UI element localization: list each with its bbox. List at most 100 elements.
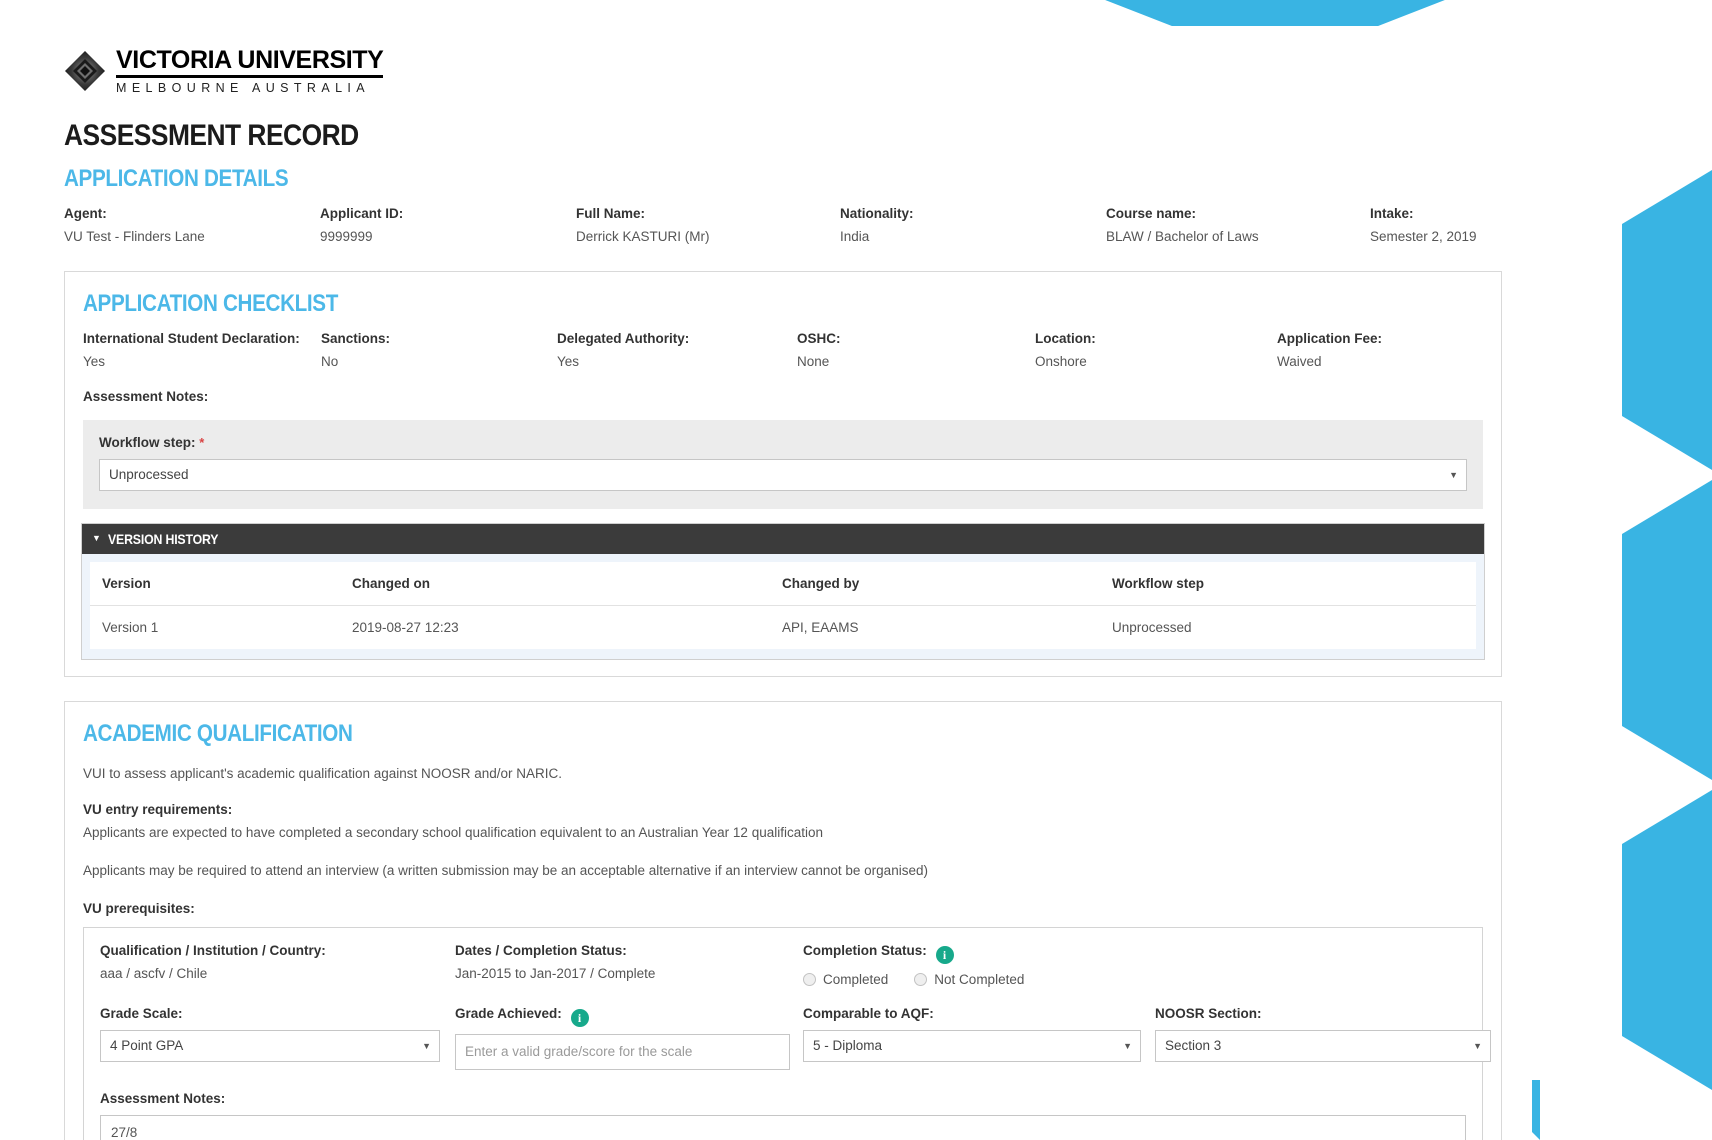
diamond-logo-icon: [64, 50, 106, 92]
radio-option-not-completed[interactable]: Not Completed: [914, 972, 1024, 987]
field-comparable-to-aqf: Comparable to AQF: 5 - Diploma ▼: [803, 1005, 1155, 1070]
field-label: Full Name:: [576, 205, 646, 221]
entry-requirement-2: Applicants may be required to attend an …: [83, 862, 928, 878]
field-label: Course name:: [1106, 205, 1197, 221]
field-value: Onshore: [1035, 353, 1087, 369]
noosr-section-select[interactable]: Section 3 ▼: [1155, 1029, 1491, 1062]
logo-tagline: MELBOURNE AUSTRALIA: [116, 81, 371, 95]
field-value: BLAW / Bachelor of Laws: [1106, 228, 1259, 244]
version-history-section: ▼ VERSION HISTORY Version Changed on Cha…: [81, 522, 1485, 660]
field-value: Derrick KASTURI (Mr): [576, 228, 710, 244]
application-checklist-panel: APPLICATION CHECKLIST International Stud…: [64, 270, 1502, 677]
column-header-changed-by: Changed by: [770, 561, 1100, 606]
field-agent: Agent: VU Test - Flinders Lane: [64, 205, 320, 247]
info-icon[interactable]: i: [935, 945, 954, 964]
cell-changed-on: 2019-08-27 12:23: [340, 605, 770, 649]
field-value: Yes: [557, 353, 580, 369]
field-label: NOOSR Section:: [1155, 1005, 1262, 1021]
field-grade-achieved: Grade Achieved: i Enter a valid grade/sc…: [455, 1005, 803, 1070]
field-value: India: [840, 228, 870, 244]
field-noosr-section: NOOSR Section: Section 3 ▼: [1155, 1005, 1495, 1070]
field-applicant-id: Applicant ID: 9999999: [320, 205, 576, 247]
vu-logo: VICTORIA UNIVERSITY MELBOURNE AUSTRALIA: [34, 26, 1532, 95]
decorative-chevron-right-1: [1622, 170, 1712, 470]
field-label: Grade Scale:: [100, 1005, 183, 1021]
academic-qualification-intro: VUI to assess applicant's academic quali…: [83, 765, 563, 781]
radio-button[interactable]: [914, 972, 928, 986]
workflow-step-box: Workflow step: * Unprocessed ▼: [83, 419, 1483, 509]
field-dates-completion-status: Dates / Completion Status: Jan-2015 to J…: [455, 942, 803, 987]
info-icon[interactable]: i: [570, 1008, 589, 1027]
qualification-assessment-notes-label: Assessment Notes:: [100, 1090, 226, 1106]
field-international-student-declaration: International Student Declaration: Yes: [83, 330, 321, 372]
field-value: Yes: [83, 353, 106, 369]
field-value: No: [321, 353, 339, 369]
chevron-down-icon: ▼: [1473, 1040, 1482, 1051]
version-history-table: Version Changed on Changed by Workflow s…: [90, 561, 1476, 649]
field-sanctions: Sanctions: No: [321, 330, 557, 372]
assessment-record-page: VICTORIA UNIVERSITY MELBOURNE AUSTRALIA …: [34, 26, 1532, 1140]
field-course-name: Course name: BLAW / Bachelor of Laws: [1106, 205, 1370, 247]
field-completion-status: Completion Status: i Completed Not Compl…: [803, 942, 1163, 987]
cell-changed-by: API, EAAMS: [770, 605, 1100, 649]
grade-achieved-label-text: Grade Achieved:: [455, 1005, 562, 1021]
radio-option-completed[interactable]: Completed: [803, 972, 888, 987]
aqf-select[interactable]: 5 - Diploma ▼: [803, 1029, 1141, 1062]
radio-button[interactable]: [803, 972, 816, 986]
field-label: Nationality:: [840, 205, 914, 221]
field-oshc: OSHC: None: [797, 330, 1035, 372]
cell-workflow-step: Unprocessed: [1100, 605, 1476, 649]
grade-achieved-input[interactable]: Enter a valid grade/score for the scale: [455, 1033, 790, 1070]
field-value: 9999999: [320, 228, 373, 244]
qualification-assessment-notes-value: 27/8: [111, 1124, 138, 1140]
required-marker: *: [199, 434, 205, 450]
column-header-version: Version: [90, 561, 340, 606]
cell-version: Version 1: [90, 605, 340, 649]
column-header-workflow-step: Workflow step: [1100, 561, 1476, 606]
field-label: Agent:: [64, 205, 107, 221]
field-intake: Intake: Semester 2, 2019: [1370, 205, 1532, 247]
field-value: None: [797, 353, 830, 369]
version-history-header[interactable]: ▼ VERSION HISTORY: [82, 523, 1484, 554]
field-value: Jan-2015 to Jan-2017 / Complete: [455, 965, 656, 981]
field-label: Location:: [1035, 330, 1096, 346]
section-heading-academic-qualification: ACADEMIC QUALIFICATION: [83, 719, 353, 747]
chevron-down-icon: ▼: [1449, 469, 1458, 480]
field-value: Waived: [1277, 353, 1322, 369]
academic-qualification-panel: ACADEMIC QUALIFICATION VUI to assess app…: [64, 700, 1502, 1140]
decorative-chevron-top: [1100, 0, 1450, 28]
assessment-notes-label: Assessment Notes:: [83, 388, 209, 404]
app-root: VICTORIA UNIVERSITY MELBOURNE AUSTRALIA …: [0, 0, 1712, 1140]
field-grade-scale: Grade Scale: 4 Point GPA ▼: [100, 1005, 455, 1070]
field-label: Grade Achieved: i: [455, 1005, 803, 1027]
grade-achieved-placeholder: Enter a valid grade/score for the scale: [465, 1044, 693, 1059]
table-row: Version 1 2019-08-27 12:23 API, EAAMS Un…: [90, 605, 1476, 649]
field-label: OSHC:: [797, 330, 841, 346]
field-location: Location: Onshore: [1035, 330, 1277, 372]
field-label: International Student Declaration:: [83, 330, 300, 346]
triangle-down-icon: ▼: [92, 532, 101, 543]
prerequisites-label: VU prerequisites:: [83, 900, 195, 916]
field-label: Applicant ID:: [320, 205, 404, 221]
entry-requirement-1: Applicants are expected to have complete…: [83, 824, 823, 840]
completion-status-radio-group[interactable]: Completed Not Completed: [803, 972, 1163, 987]
chevron-down-icon: ▼: [422, 1040, 431, 1051]
field-label: Delegated Authority:: [557, 330, 690, 346]
field-label: Qualification / Institution / Country:: [100, 942, 326, 958]
entry-requirements-label: VU entry requirements:: [83, 801, 233, 817]
decorative-chevron-right-2: [1622, 480, 1712, 780]
field-value: aaa / ascfv / Chile: [100, 965, 208, 981]
grade-scale-selected-value: 4 Point GPA: [110, 1038, 184, 1053]
grade-scale-select[interactable]: 4 Point GPA ▼: [100, 1029, 440, 1062]
table-header-row: Version Changed on Changed by Workflow s…: [90, 561, 1476, 606]
qualification-detail-box: Qualification / Institution / Country: a…: [83, 926, 1491, 1140]
workflow-step-label: Workflow step: *: [99, 434, 1467, 452]
radio-label: Completed: [823, 971, 889, 987]
workflow-step-selected-value: Unprocessed: [109, 467, 189, 482]
column-header-changed-on: Changed on: [340, 561, 770, 606]
workflow-step-select[interactable]: Unprocessed ▼: [99, 458, 1467, 491]
section-heading-application-details: APPLICATION DETAILS: [64, 164, 289, 192]
page-title: ASSESSMENT RECORD: [64, 118, 359, 152]
qualification-assessment-notes-textarea[interactable]: 27/8: [100, 1114, 1466, 1140]
aqf-selected-value: 5 - Diploma: [813, 1038, 883, 1053]
